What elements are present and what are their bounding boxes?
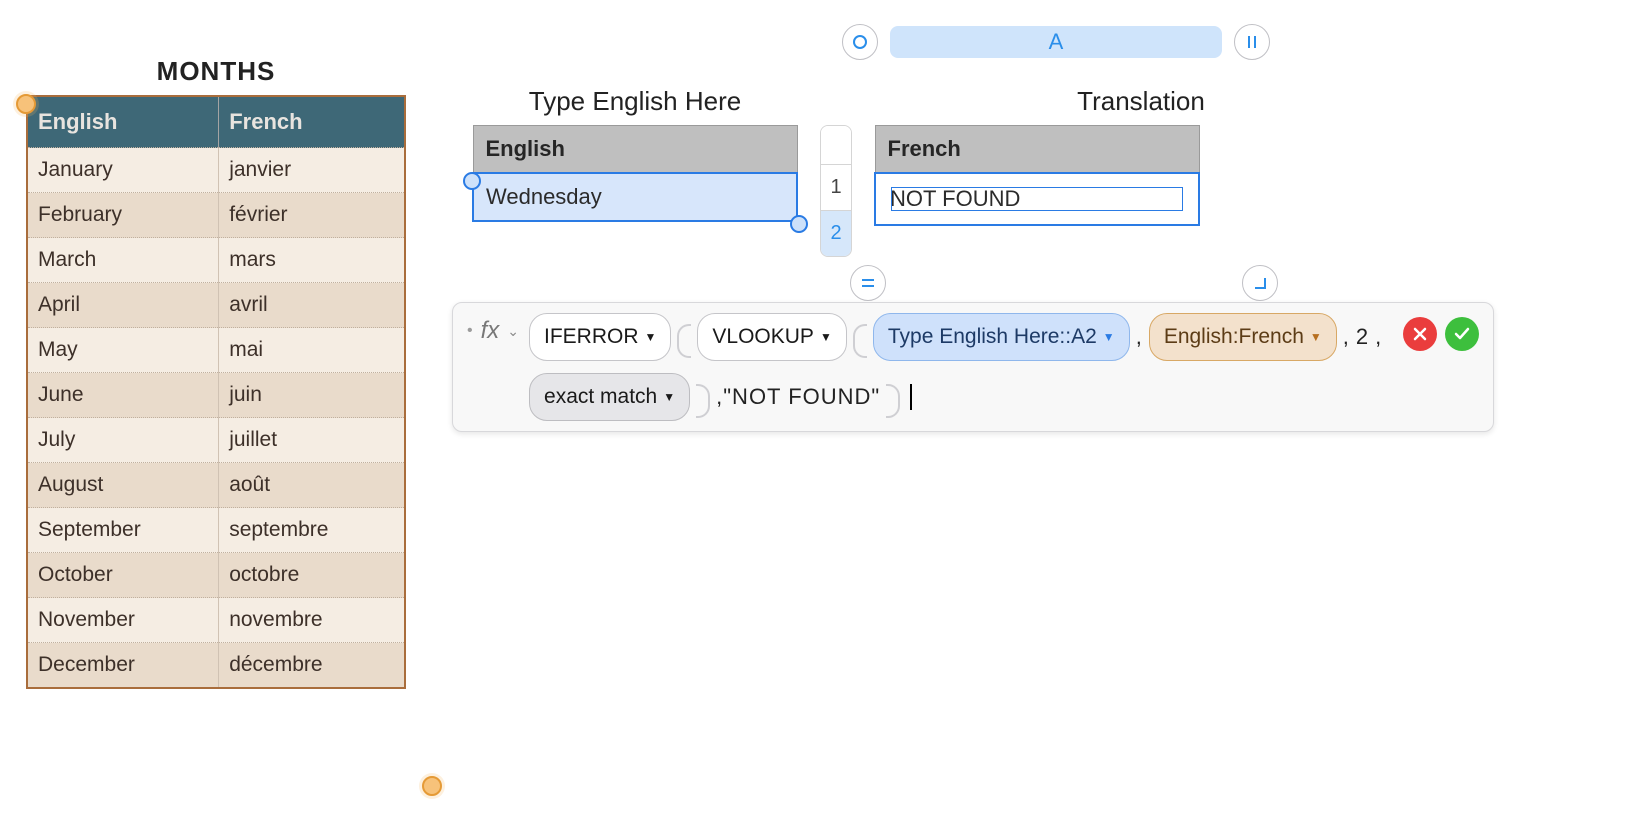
table-row: Decemberdécembre [27, 643, 405, 689]
right-panel: A Type English Here Translation English … [472, 24, 1302, 309]
cell-en[interactable]: April [27, 283, 219, 328]
column-origin-button[interactable] [842, 24, 878, 60]
add-column-button[interactable] [1234, 24, 1270, 60]
table-resize-handle-bottom-right[interactable] [422, 776, 442, 796]
text-cursor [910, 384, 912, 410]
cell-selection-handle-bottom-right[interactable] [790, 215, 808, 233]
input-cell-value[interactable]: Wednesday [473, 173, 797, 221]
paren-open-icon [677, 324, 691, 358]
cell-fr[interactable]: juin [219, 373, 405, 418]
output-table-title: Translation [978, 86, 1304, 117]
cell-en[interactable]: August [27, 463, 219, 508]
table-row: Octoberoctobre [27, 553, 405, 598]
paren-close-icon [696, 384, 710, 418]
cell-fr[interactable]: mai [219, 328, 405, 373]
cell-en[interactable]: January [27, 148, 219, 193]
table-row: Februaryfévrier [27, 193, 405, 238]
cell-fr[interactable]: juillet [219, 418, 405, 463]
fx-label[interactable]: fx ⌄ [467, 313, 519, 345]
cell-en[interactable]: November [27, 598, 219, 643]
months-header-english[interactable]: English [27, 96, 219, 148]
paren-open-icon [853, 324, 867, 358]
translation-table[interactable]: French NOT FOUND [874, 125, 1200, 226]
cell-en[interactable]: June [27, 373, 219, 418]
row-header-blank [821, 126, 851, 164]
cell-fr[interactable]: novembre [219, 598, 405, 643]
formula-content[interactable]: IFERROR▼ VLOOKUP▼ Type English Here::A2▼… [529, 313, 1393, 421]
token-option-exact-match[interactable]: exact match▼ [529, 373, 690, 421]
input-header-english[interactable]: English [473, 126, 797, 174]
column-header-controls: A [472, 24, 1302, 64]
resize-corner-button[interactable] [1242, 265, 1278, 301]
formula-editor[interactable]: fx ⌄ IFERROR▼ VLOOKUP▼ Type English Here… [452, 302, 1494, 432]
output-header-french[interactable]: French [875, 126, 1199, 174]
cell-fr[interactable]: octobre [219, 553, 405, 598]
table-row: Januaryjanvier [27, 148, 405, 193]
token-function-iferror[interactable]: IFERROR▼ [529, 313, 671, 361]
cell-fr[interactable]: janvier [219, 148, 405, 193]
months-table[interactable]: English French Januaryjanvier Februaryfé… [26, 95, 406, 689]
output-cell-text: NOT FOUND [888, 184, 1186, 214]
input-table-title: Type English Here [472, 86, 798, 117]
column-header-tab-a[interactable]: A [890, 26, 1222, 58]
table-row: Julyjuillet [27, 418, 405, 463]
literal-number: 2 [1356, 318, 1369, 356]
cell-selection-handle-top-left[interactable] [463, 172, 481, 190]
cell-en[interactable]: October [27, 553, 219, 598]
row-number-2[interactable]: 2 [821, 210, 851, 256]
token-cell-reference[interactable]: Type English Here::A2▼ [873, 313, 1130, 361]
table-row: Aprilavril [27, 283, 405, 328]
cell-fr[interactable]: mars [219, 238, 405, 283]
formula-action-buttons [1403, 313, 1479, 351]
token-function-vlookup[interactable]: VLOOKUP▼ [697, 313, 846, 361]
cell-en[interactable]: September [27, 508, 219, 553]
cell-fr[interactable]: février [219, 193, 405, 238]
row-number-1[interactable]: 1 [821, 164, 851, 210]
cell-en[interactable]: March [27, 238, 219, 283]
row-number-column: 1 2 [820, 125, 852, 257]
table-row: Septemberseptembre [27, 508, 405, 553]
add-row-button[interactable] [850, 265, 886, 301]
table-resize-handle-top-left[interactable] [16, 94, 36, 114]
accept-button[interactable] [1445, 317, 1479, 351]
cell-en[interactable]: February [27, 193, 219, 238]
months-title: MONTHS [26, 56, 406, 87]
token-range-reference[interactable]: English:French▼ [1149, 313, 1337, 361]
output-cell-value[interactable]: NOT FOUND [875, 173, 1199, 225]
table-row: Junejuin [27, 373, 405, 418]
input-table[interactable]: English Wednesday [472, 125, 798, 222]
literal-string: ,"NOT FOUND" [716, 378, 880, 416]
table-row: Marchmars [27, 238, 405, 283]
table-row: Novembernovembre [27, 598, 405, 643]
cell-fr[interactable]: décembre [219, 643, 405, 689]
cell-fr[interactable]: août [219, 463, 405, 508]
months-header-french[interactable]: French [219, 96, 405, 148]
table-row: Augustaoût [27, 463, 405, 508]
chevron-down-icon[interactable]: ⌄ [507, 323, 519, 340]
paren-close-icon [886, 384, 900, 418]
cell-fr[interactable]: septembre [219, 508, 405, 553]
comma-separator: , [1343, 318, 1350, 356]
cell-fr[interactable]: avril [219, 283, 405, 328]
cell-en[interactable]: December [27, 643, 219, 689]
cell-en[interactable]: May [27, 328, 219, 373]
fx-text: fx [481, 317, 500, 345]
table-row: Maymai [27, 328, 405, 373]
comma-separator: , [1375, 318, 1382, 356]
cell-en[interactable]: July [27, 418, 219, 463]
cancel-button[interactable] [1403, 317, 1437, 351]
comma-separator: , [1136, 318, 1143, 356]
months-table-container: MONTHS English French Januaryjanvier Feb… [26, 56, 406, 689]
